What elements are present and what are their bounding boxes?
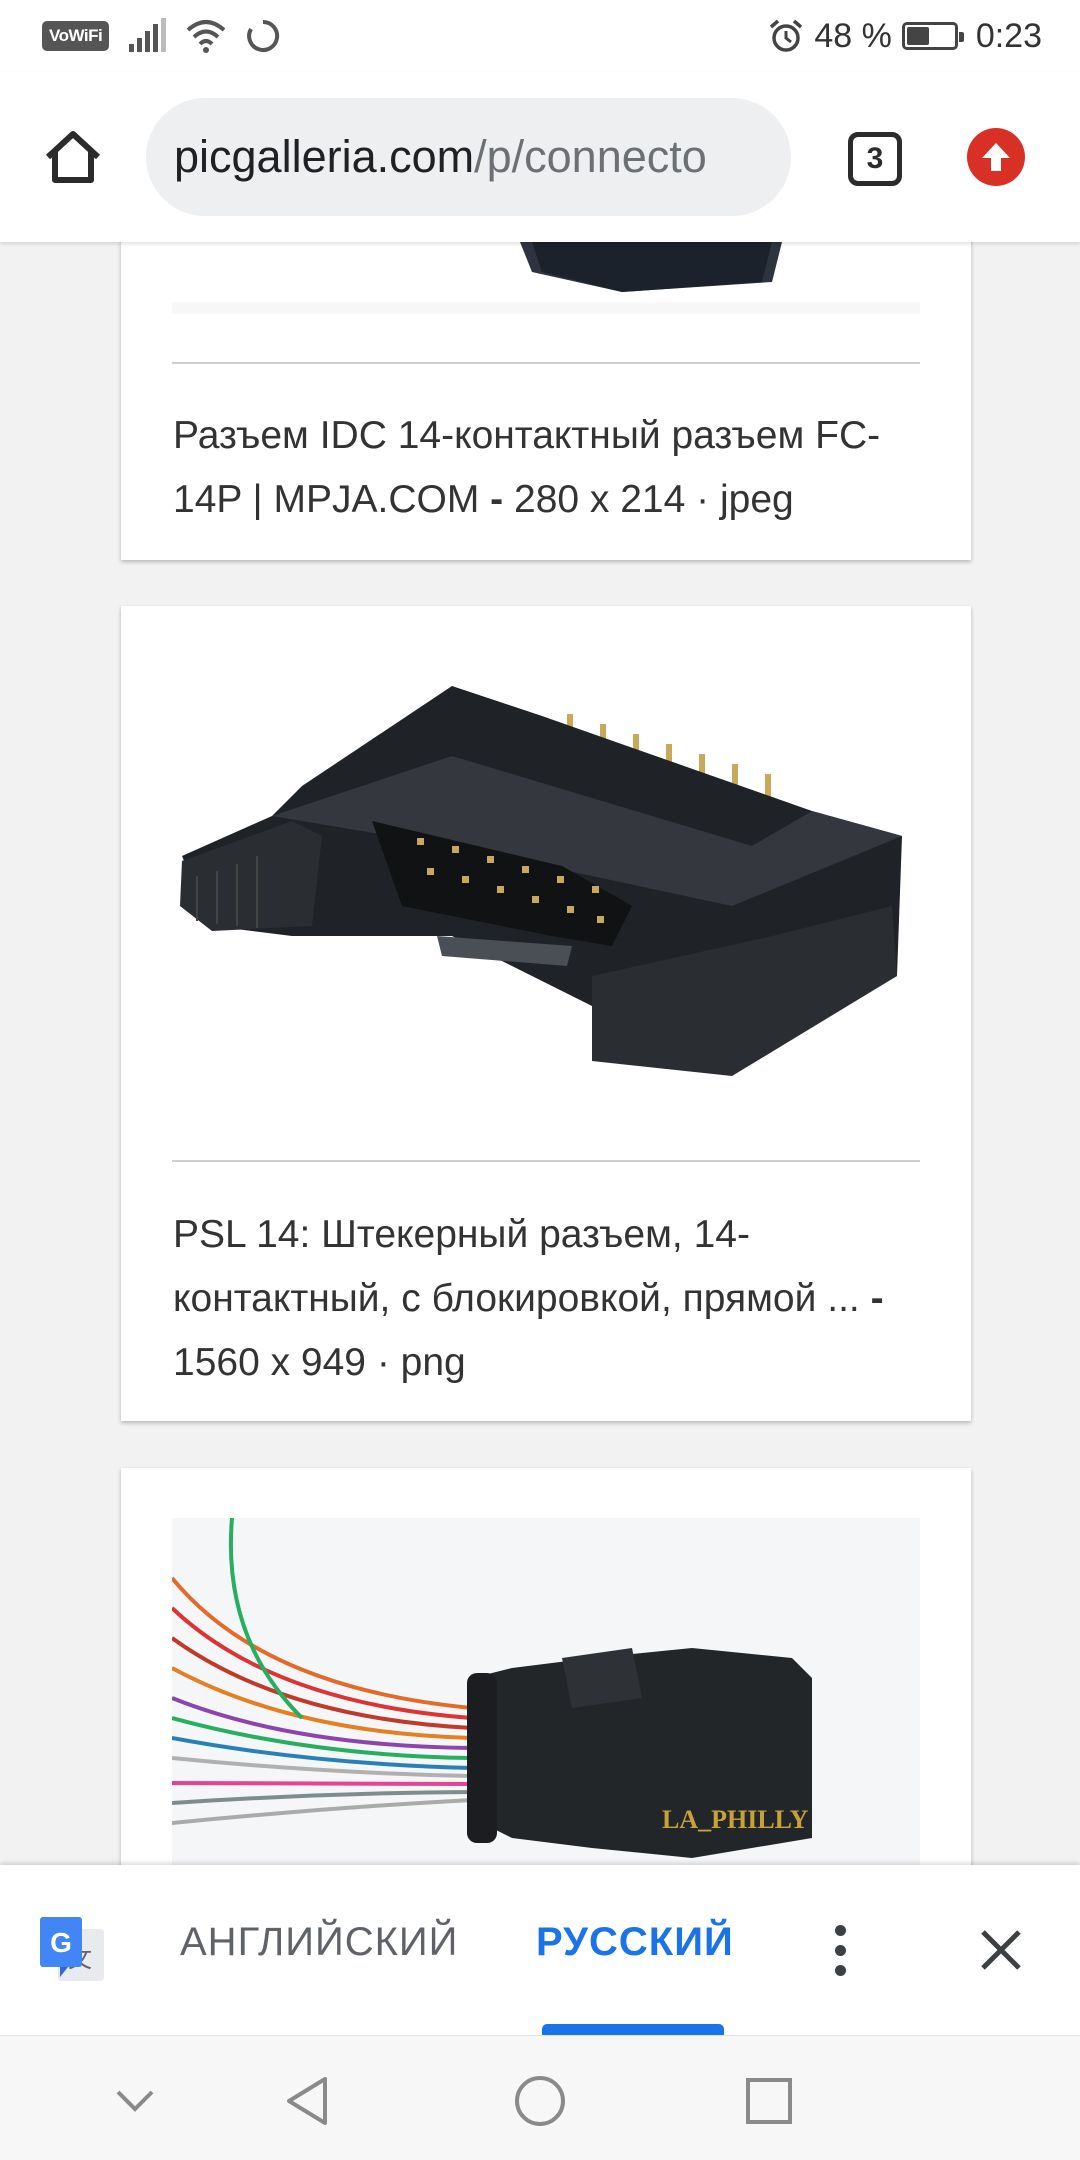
battery-fill <box>906 27 929 45</box>
alarm-icon <box>770 19 803 52</box>
hide-keyboard-button[interactable] <box>100 2066 170 2136</box>
update-available-icon <box>982 143 1010 171</box>
more-vert-icon <box>834 1924 846 1936</box>
result-image[interactable] <box>172 242 920 314</box>
tab-target-language[interactable]: РУССКИЙ <box>536 1920 734 1965</box>
result-card[interactable]: PSL 14: Штекерный разъем, 14-контактный,… <box>121 606 971 1421</box>
tab-source-language[interactable]: АНГЛИЙСКИЙ <box>180 1920 458 1965</box>
battery-icon <box>901 22 964 50</box>
signal-icon <box>129 18 167 52</box>
translate-bar: 文 G АНГЛИЙСКИЙ РУССКИЙ <box>0 1865 1080 2035</box>
vowifi-badge: VoWiFi <box>42 21 110 51</box>
result-caption[interactable]: Разъем IDC 14-контактный разъем FC-14P |… <box>173 404 931 532</box>
watermark-text: LA_PHILLY <box>662 1805 809 1834</box>
result-card[interactable]: Разъем IDC 14-контактный разъем FC-14P |… <box>121 242 971 560</box>
back-triangle-icon <box>287 2077 327 2125</box>
recents-square-icon <box>746 2078 792 2124</box>
url-path: /p/connecto <box>474 131 707 182</box>
url-domain: picgalleria.com <box>174 131 475 182</box>
chevron-down-icon <box>116 2090 154 2112</box>
connector-harness-image: LA_PHILLY <box>172 1518 920 1865</box>
result-separator: - <box>859 1277 884 1320</box>
close-icon <box>981 1930 1021 1970</box>
clock: 0:23 <box>975 16 1042 55</box>
screen: VoWiFi 48 % 0:23 picgalleria.com /p/conn… <box>0 0 1080 2160</box>
browser-toolbar: picgalleria.com/p/connecto 3 <box>0 72 1080 242</box>
nav-back-button[interactable] <box>272 2066 342 2136</box>
status-bar: VoWiFi 48 % 0:23 <box>0 0 1080 72</box>
home-circle-icon <box>515 2076 565 2126</box>
result-meta: 1560 x 949 · png <box>173 1341 466 1384</box>
connector-image <box>172 606 920 1146</box>
wifi-icon <box>186 20 226 53</box>
result-caption[interactable]: PSL 14: Штекерный разъем, 14-контактный,… <box>173 1203 931 1395</box>
more-options-button[interactable] <box>815 1915 865 1985</box>
home-icon <box>45 131 101 183</box>
nav-recents-button[interactable] <box>734 2066 804 2136</box>
tab-switcher-button[interactable]: 3 <box>848 132 902 186</box>
card-divider <box>172 362 920 364</box>
close-translate-button[interactable] <box>966 1915 1036 1985</box>
card-divider <box>172 1160 920 1162</box>
result-image[interactable] <box>172 606 920 1146</box>
svg-text:G: G <box>50 1927 72 1958</box>
google-translate-icon[interactable]: 文 G <box>38 1915 108 1985</box>
status-left: VoWiFi <box>42 16 281 56</box>
result-card[interactable]: LA_PHILLY <box>121 1468 971 1865</box>
status-right: 48 % 0:23 <box>768 16 1042 56</box>
update-button[interactable] <box>967 128 1025 186</box>
selected-language-indicator <box>542 2024 724 2035</box>
home-button[interactable] <box>38 122 108 192</box>
result-meta: 280 x 214 · jpeg <box>514 478 794 521</box>
result-image[interactable]: LA_PHILLY <box>172 1518 920 1865</box>
url-bar[interactable]: picgalleria.com/p/connecto <box>146 98 791 216</box>
tab-count: 3 <box>866 142 884 175</box>
connector-image <box>172 242 920 314</box>
result-title: PSL 14: Штекерный разъем, 14-контактный,… <box>173 1213 860 1320</box>
sync-icon <box>247 19 280 52</box>
results-feed: Разъем IDC 14-контактный разъем FC-14P |… <box>0 242 1080 1865</box>
system-nav-bar <box>0 2035 1080 2160</box>
battery-percent: 48 % <box>814 16 892 55</box>
result-separator: - <box>479 478 514 521</box>
nav-home-button[interactable] <box>505 2066 575 2136</box>
